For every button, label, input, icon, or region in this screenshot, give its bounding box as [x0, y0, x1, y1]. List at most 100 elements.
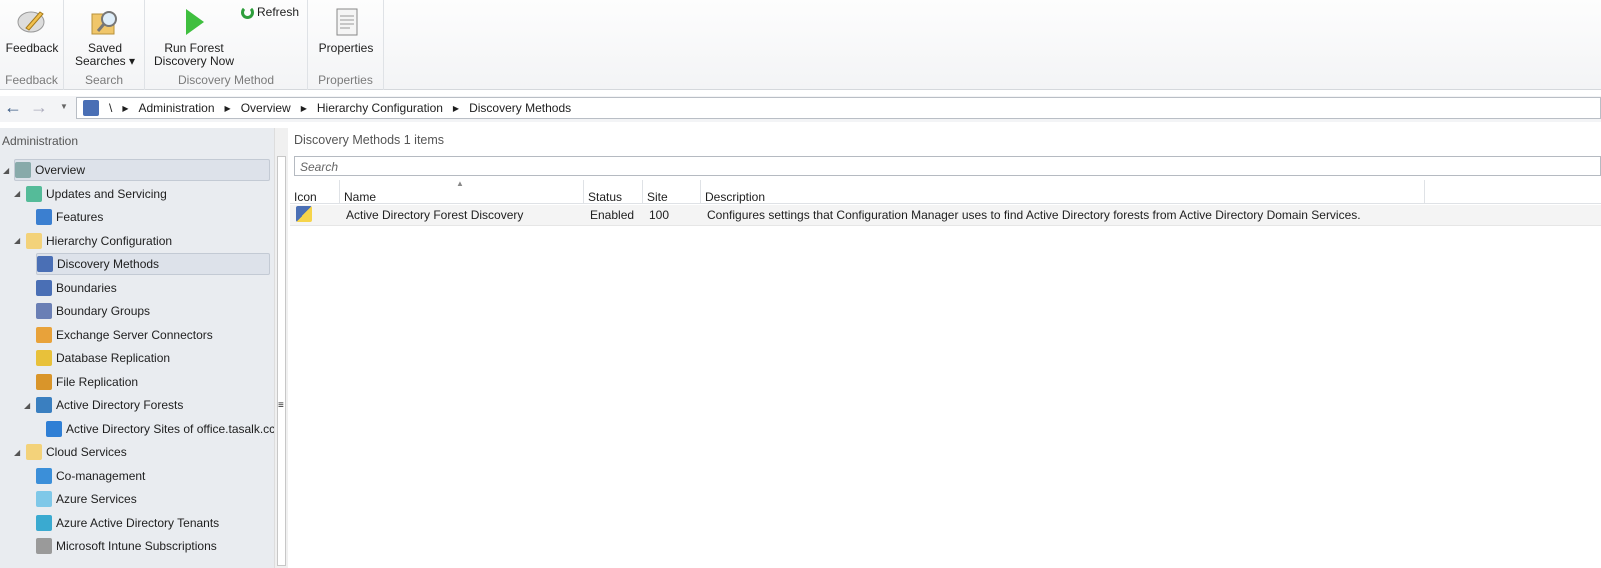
table-header: Icon ▲ Name Status Site Description [290, 179, 1601, 204]
sidebar-item-label: Boundaries [56, 280, 117, 295]
sidebar-item-exchange-server-connectors[interactable]: Exchange Server Connectors [36, 324, 213, 346]
expand-arrow-icon[interactable]: ◢ [24, 401, 30, 410]
breadcrumb-root[interactable]: \ [109, 101, 112, 115]
sidebar-item-active-directory-sites-of-office-tasalk-cc[interactable]: Active Directory Sites of office.tasalk.… [46, 418, 275, 440]
history-dropdown[interactable]: ▼ [60, 102, 68, 111]
sidebar-item-label: File Replication [56, 374, 139, 389]
properties-button[interactable]: Properties [312, 6, 380, 55]
group-label: Feedback [5, 73, 58, 87]
sidebar-item-label: Co-management [56, 468, 146, 483]
sidebar-item-azure-active-directory-tenants[interactable]: Azure Active Directory Tenants [36, 512, 219, 534]
ribbon: Feedback Feedback Saved Searches ▾ Searc… [0, 0, 1601, 90]
sidebar-item-label: Azure Services [56, 492, 137, 506]
sidebar-item-label: Updates and Servicing [46, 186, 167, 201]
node-icon [36, 209, 52, 225]
breadcrumb-administration[interactable]: Administration [139, 101, 215, 115]
sidebar-item-label: Features [56, 210, 104, 224]
sidebar-item-microsoft-intune-subscriptions[interactable]: Microsoft Intune Subscriptions [36, 535, 217, 557]
node-icon [36, 303, 52, 319]
back-button[interactable]: ← [4, 97, 22, 118]
sidebar-item-discovery-methods[interactable]: Discovery Methods [36, 253, 270, 275]
sidebar-item-label: Cloud Services [46, 445, 127, 459]
play-icon [186, 9, 204, 35]
column-site[interactable]: Site [643, 180, 701, 204]
node-icon [36, 350, 52, 366]
site-icon [83, 100, 99, 116]
node-icon [46, 420, 62, 437]
sidebar-item-label: Microsoft Intune Subscriptions [56, 539, 217, 553]
sidebar-item-updates-and-servicing[interactable]: ◢ Updates and Servicing [14, 183, 167, 205]
forward-button[interactable]: → [30, 97, 48, 118]
sidebar-item-label: Boundary Groups [56, 304, 151, 318]
sidebar-item-boundary-groups[interactable]: Boundary Groups [36, 300, 150, 322]
expand-arrow-icon[interactable]: ◢ [14, 448, 20, 457]
sidebar-item-boundaries[interactable]: Boundaries [36, 277, 117, 299]
node-icon [15, 162, 31, 178]
folder-icon [26, 444, 42, 460]
node-icon [36, 467, 52, 484]
navigation-scrollbar[interactable]: ≡ [274, 128, 288, 568]
node-icon [36, 373, 52, 390]
sidebar-item-label: Azure Active Directory Tenants [56, 515, 220, 530]
refresh-button[interactable]: Refresh [241, 6, 299, 19]
search-input[interactable]: Search [294, 156, 1601, 176]
column-description[interactable]: Description [701, 180, 1425, 204]
sidebar-item-hierarchy-configuration[interactable]: ◢ Hierarchy Configuration [14, 230, 173, 252]
sidebar-item-active-directory-forests[interactable]: ◢ Active Directory Forests [24, 394, 184, 416]
node-icon [26, 185, 42, 202]
expand-arrow-icon[interactable]: ◢ [14, 189, 20, 198]
group-label: Search [84, 73, 124, 87]
cell-site: 100 [649, 208, 670, 222]
column-status[interactable]: Status [584, 180, 643, 204]
node-icon [36, 279, 52, 296]
run-forest-discovery-button[interactable]: Run Forest Discovery Now [151, 6, 237, 68]
feedback-button[interactable]: Feedback [4, 6, 60, 55]
sidebar-item-label: Hierarchy Configuration [46, 233, 173, 248]
navigation-pane: Administration ◢ Overview ◢ Updates and Ser… [0, 128, 275, 568]
sidebar-item-co-management[interactable]: Co-management [36, 465, 145, 487]
results-pane: Discovery Methods 1 items Search Icon ▲ N… [290, 128, 1601, 568]
saved-searches-button[interactable]: Saved Searches ▾ [72, 6, 138, 68]
ribbon-group-properties: Properties Properties [308, 0, 384, 90]
column-icon[interactable]: Icon [290, 180, 340, 204]
sort-ascending-icon: ▲ [456, 179, 464, 188]
sidebar-item-label: Active Directory Sites of office.tasalk.… [66, 421, 276, 436]
sidebar-item-label: Discovery Methods [57, 257, 160, 271]
properties-icon [336, 8, 358, 36]
refresh-icon [241, 6, 254, 19]
results-title: Discovery Methods 1 items [294, 133, 445, 147]
sidebar-item-cloud-services[interactable]: ◢ Cloud Services [14, 441, 127, 463]
breadcrumb: \ ▶ Administration ▶ Overview ▶ Hierarchy C… [76, 97, 1601, 119]
feedback-icon [17, 11, 45, 33]
group-label: Discovery Method [177, 73, 275, 87]
ribbon-group-discovery-method: Run Forest Discovery Now Refresh Discove… [145, 0, 308, 90]
expand-arrow-icon[interactable]: ◢ [3, 166, 9, 175]
sidebar-item-azure-services[interactable]: Azure Services [36, 488, 137, 510]
breadcrumb-hierarchy-configuration[interactable]: Hierarchy Configuration [317, 101, 443, 115]
cell-status: Enabled [590, 208, 635, 222]
navigation-bar: ← → ▼ \ ▶ Administration ▶ Overview ▶ Hiera… [0, 96, 1601, 122]
folder-icon [26, 232, 42, 249]
cell-name: Active Directory Forest Discovery [346, 208, 524, 222]
discovery-method-icon [296, 205, 312, 222]
breadcrumb-discovery-methods[interactable]: Discovery Methods [469, 101, 571, 115]
pane-title: Administration [2, 134, 79, 148]
table-row[interactable]: Active Directory Forest Discovery Enable… [290, 205, 1601, 226]
sidebar-item-label: Active Directory Forests [56, 398, 184, 412]
breadcrumb-overview[interactable]: Overview [241, 101, 291, 115]
sidebar-item-file-replication[interactable]: File Replication [36, 371, 138, 393]
sidebar-item-overview[interactable]: ◢ Overview [3, 159, 270, 181]
sidebar-item-database-replication[interactable]: Database Replication [36, 347, 170, 369]
node-icon [36, 514, 52, 531]
sidebar-item-label: Exchange Server Connectors [56, 327, 213, 342]
sidebar-item-label: Database Replication [56, 351, 171, 365]
ribbon-group-search: Saved Searches ▾ Search [64, 0, 145, 90]
node-icon [36, 397, 52, 413]
ribbon-group-feedback: Feedback Feedback [0, 0, 64, 90]
sidebar-item-features[interactable]: Features [36, 206, 103, 228]
column-name[interactable]: ▲ Name [340, 179, 584, 204]
saved-searches-icon [91, 11, 117, 35]
cell-description: Configures settings that Configuration M… [707, 208, 1361, 222]
node-icon [36, 538, 52, 554]
expand-arrow-icon[interactable]: ◢ [14, 236, 20, 245]
